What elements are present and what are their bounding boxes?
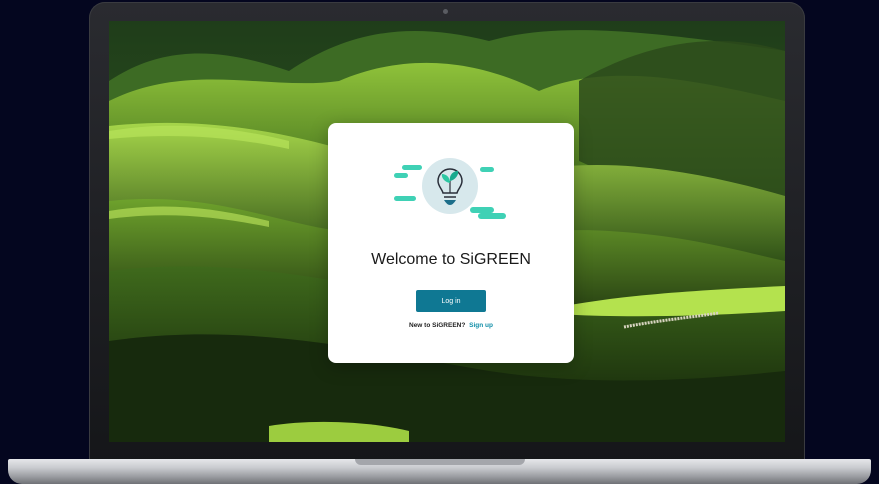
- signup-prompt-line: New to SiGREEN? Sign up: [328, 322, 574, 329]
- lightbulb-sprout-icon: [394, 151, 508, 227]
- camera-icon: [443, 9, 448, 14]
- login-button[interactable]: Log in: [416, 290, 486, 312]
- signup-link[interactable]: Sign up: [469, 322, 493, 329]
- signup-prompt: New to SiGREEN?: [409, 322, 466, 329]
- laptop-notch: [355, 459, 525, 465]
- welcome-title: Welcome to SiGREEN: [371, 251, 531, 268]
- welcome-card: Welcome to SiGREEN Log in New to SiGREEN…: [328, 123, 574, 363]
